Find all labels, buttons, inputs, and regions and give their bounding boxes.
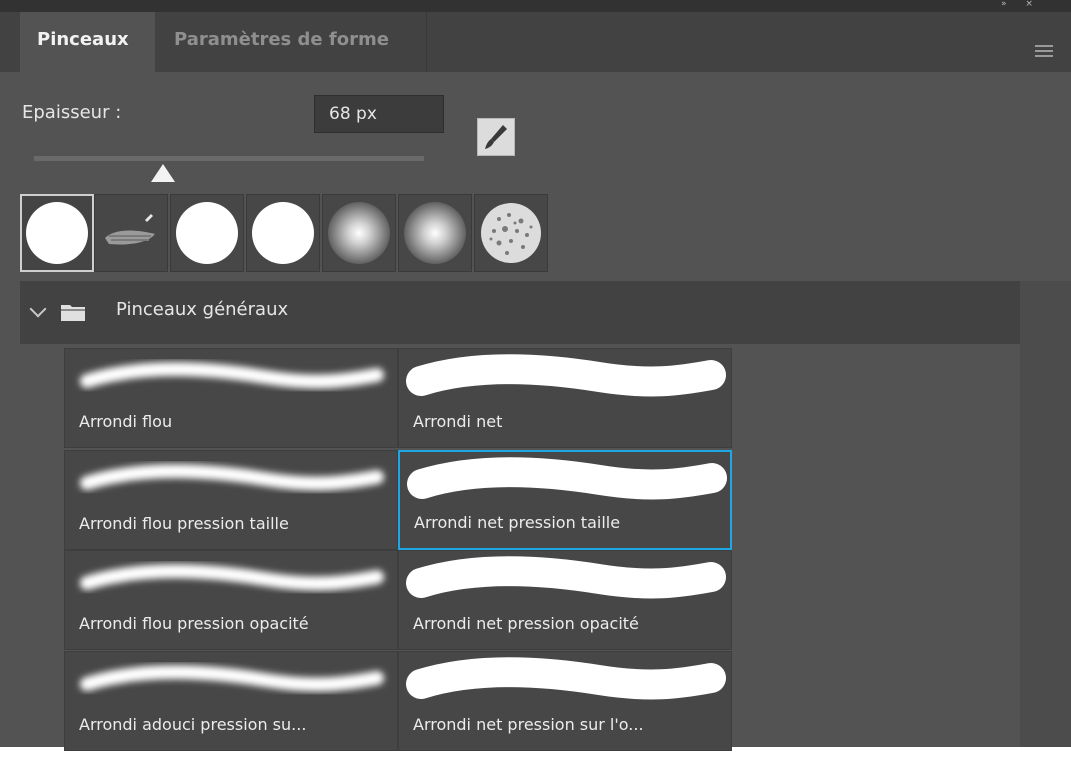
brush-item[interactable]: Arrondi flou [64, 348, 398, 448]
brush-item[interactable]: Arrondi flou pression taille [64, 450, 398, 550]
group-label: Pinceaux généraux [116, 299, 289, 320]
brush-item[interactable]: Arrondi net pression opacité [398, 550, 732, 650]
brush-stroke-preview [407, 457, 727, 500]
brush-preset-soft-round[interactable] [398, 194, 472, 272]
paintbrush-icon[interactable] [477, 118, 515, 156]
brush-preset-hard-round[interactable] [20, 194, 94, 272]
brush-item[interactable]: Arrondi net pression sur l'o... [398, 651, 732, 751]
brush-stroke-preview [406, 354, 726, 397]
folder-icon [61, 305, 85, 321]
brush-group-header[interactable]: Pinceaux généraux [20, 281, 1020, 344]
brush-item-label: Arrondi flou pression opacité [79, 614, 309, 633]
brush-item[interactable]: Arrondi flou pression opacité [64, 550, 398, 650]
brush-stroke-preview [80, 464, 384, 491]
brush-preset-hard-round[interactable] [170, 194, 244, 272]
brush-preset-hard-round[interactable] [246, 194, 320, 272]
brush-stroke-preview [80, 362, 384, 389]
brush-item-label: Arrondi flou [79, 412, 173, 431]
scrollbar[interactable] [1020, 281, 1071, 747]
brush-preset-soft-round[interactable] [322, 194, 396, 272]
brush-item-label: Arrondi net [413, 412, 503, 431]
brush-item-label: Arrondi net pression taille [414, 513, 621, 532]
panel-top-strip: » × [0, 0, 1071, 12]
brush-item-label: Arrondi net pression sur l'o... [413, 715, 644, 734]
brushes-panel: » × Pinceaux Paramètres de forme Epaisse… [0, 0, 1071, 751]
brush-item[interactable]: Arrondi adouci pression su... [64, 651, 398, 751]
brush-item-label: Arrondi adouci pression su... [79, 715, 307, 734]
brush-item[interactable]: Arrondi net [398, 348, 732, 448]
brush-item-label: Arrondi flou pression taille [79, 514, 289, 533]
brush-stroke-preview [80, 665, 384, 692]
size-slider-track[interactable] [34, 156, 424, 161]
brush-preset-spatter[interactable] [474, 194, 548, 272]
size-label: Epaisseur : [22, 102, 122, 123]
chevron-down-icon[interactable] [29, 300, 47, 318]
panel-menu-icon[interactable] [1035, 45, 1053, 59]
brush-item[interactable]: Arrondi net pression taille [398, 450, 732, 550]
size-input[interactable]: 68 px [314, 95, 444, 133]
brush-stroke-preview [406, 657, 726, 700]
brush-item-label: Arrondi net pression opacité [413, 614, 639, 633]
brush-stroke-preview [80, 564, 384, 591]
brush-preset-textured-chalk[interactable] [94, 194, 168, 272]
tab-pinceaux[interactable]: Pinceaux [20, 12, 155, 72]
tab-parametres-de-forme[interactable]: Paramètres de forme [155, 12, 427, 72]
tab-bar: Pinceaux Paramètres de forme [0, 12, 1071, 72]
size-slider-thumb[interactable] [150, 164, 175, 182]
collapse-icon[interactable]: » × [1001, 0, 1041, 10]
brush-stroke-preview [406, 556, 726, 599]
